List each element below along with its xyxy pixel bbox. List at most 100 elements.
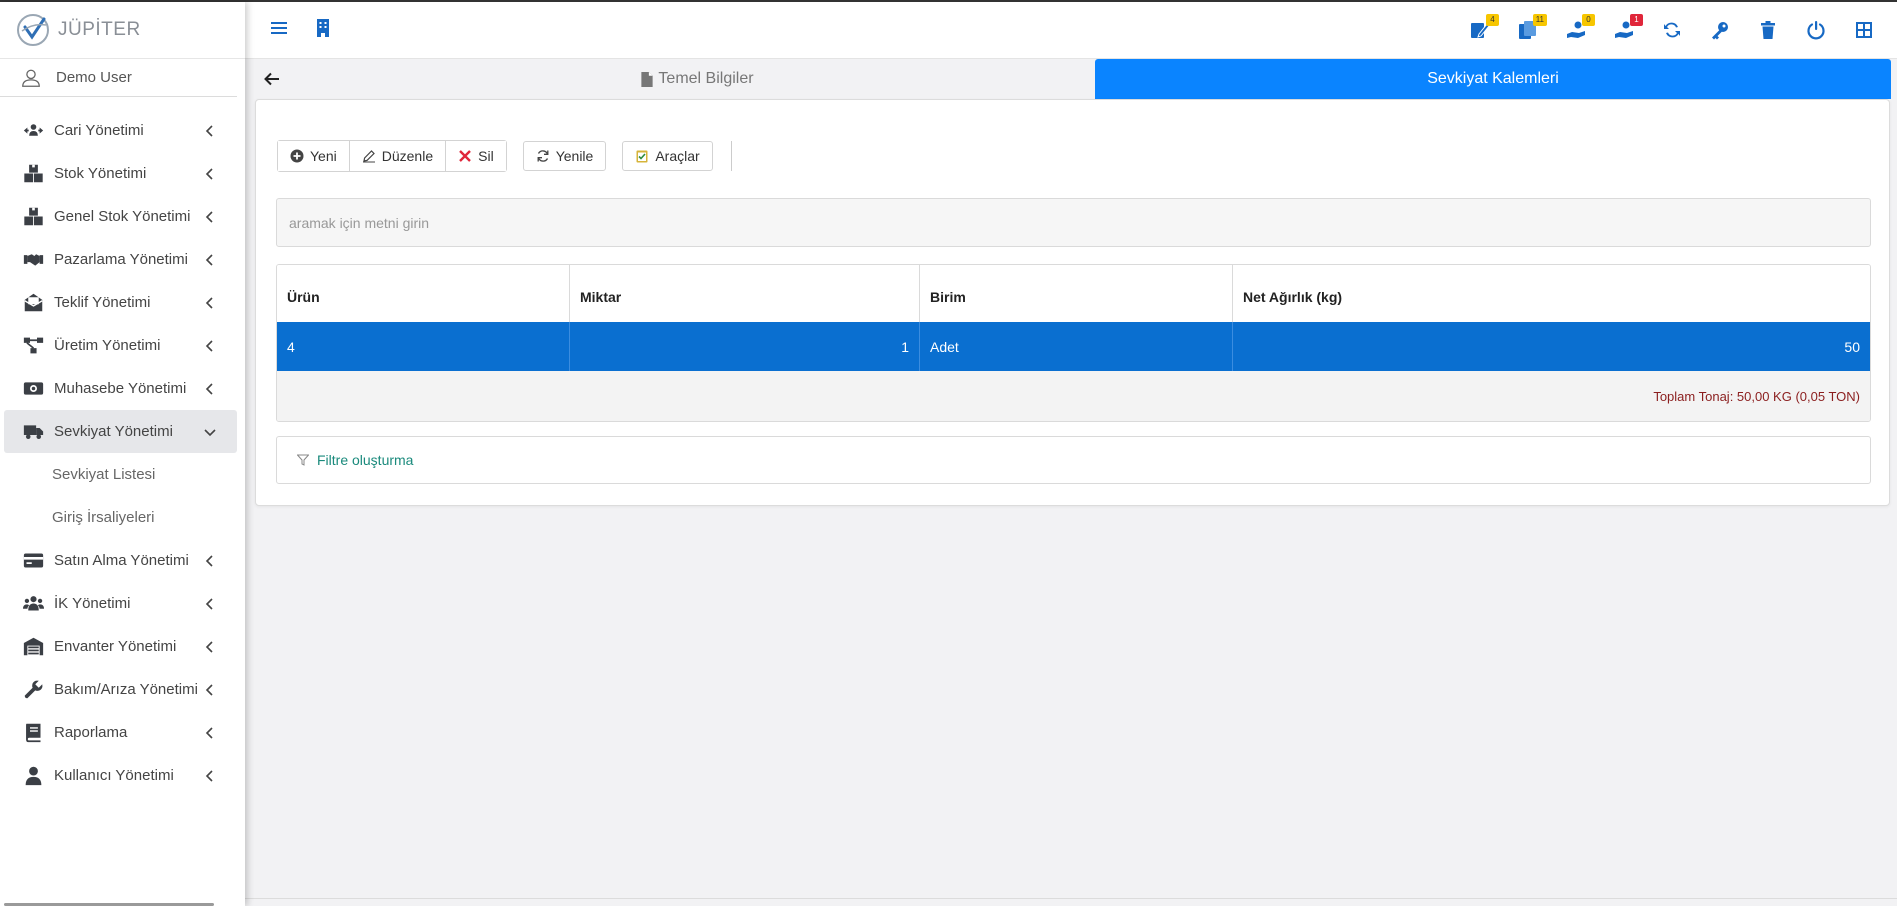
- chevron-left-icon: [205, 124, 213, 137]
- column-header-urun[interactable]: Ürün: [277, 265, 570, 322]
- column-header-miktar[interactable]: Miktar: [570, 265, 920, 322]
- grid-button[interactable]: [1851, 17, 1877, 43]
- search-input[interactable]: [276, 198, 1871, 247]
- tasks-button[interactable]: 4: [1467, 14, 1499, 43]
- key-button[interactable]: [1707, 17, 1733, 43]
- hamburger-icon: [271, 22, 287, 34]
- table-row[interactable]: 4 1 Adet 50: [277, 322, 1870, 371]
- cell-net-agirlik: 50: [1844, 338, 1860, 355]
- user-icon: [22, 765, 44, 787]
- file-icon: [641, 71, 654, 87]
- back-button[interactable]: [245, 59, 299, 99]
- boxes-icon: [22, 206, 44, 228]
- boxes-icon: [22, 163, 44, 185]
- hand-user-button[interactable]: 0: [1563, 14, 1595, 43]
- chevron-left-icon: [205, 726, 213, 739]
- sidebar-item-bakim[interactable]: Bakım/Arıza Yönetimi: [4, 668, 237, 711]
- tasks-badge: 4: [1486, 14, 1499, 26]
- hand-user-badge: 0: [1582, 14, 1595, 26]
- chevron-left-icon: [205, 683, 213, 696]
- chevron-left-icon: [205, 296, 213, 309]
- menu-toggle-button[interactable]: [269, 18, 289, 42]
- hand-money-button[interactable]: 1: [1611, 14, 1643, 43]
- cell-birim: Adet: [920, 322, 1233, 371]
- filter-icon: [297, 454, 309, 466]
- tools-button[interactable]: Araçlar: [622, 141, 713, 171]
- tools-button-label: Araçlar: [655, 148, 700, 164]
- toolbar-separator: [730, 141, 732, 171]
- sidebar-item-ik[interactable]: İK Yönetimi: [4, 582, 237, 625]
- chevron-left-icon: [205, 554, 213, 567]
- top-header: 4 11 0 1: [245, 2, 1897, 59]
- sidebar-item-label: Stok Yönetimi: [54, 165, 147, 182]
- handshake-icon: [22, 249, 44, 271]
- sidebar-item-stok[interactable]: Stok Yönetimi: [4, 152, 237, 195]
- column-header-birim[interactable]: Birim: [920, 265, 1233, 322]
- content-card: Yeni Düzenle Sil Yenile Araçlar Ürün Mik…: [255, 99, 1890, 506]
- tab-sevkiyat-kalemleri[interactable]: Sevkiyat Kalemleri: [1095, 59, 1891, 99]
- trash-button[interactable]: [1755, 17, 1781, 43]
- sidebar-subitem-giris-irsaliyeleri[interactable]: Giriş İrsaliyeleri: [4, 496, 245, 539]
- new-button[interactable]: Yeni: [278, 141, 350, 171]
- wrench-icon: [22, 679, 44, 701]
- pencil-icon: [362, 150, 375, 163]
- sidebar-item-cari[interactable]: Cari Yönetimi: [4, 109, 237, 152]
- sidebar-item-uretim[interactable]: Üretim Yönetimi: [4, 324, 237, 367]
- edit-button-label: Düzenle: [381, 148, 434, 164]
- sidebar-item-kullanici[interactable]: Kullanıcı Yönetimi: [4, 754, 237, 797]
- sidebar-item-sevkiyat[interactable]: Sevkiyat Yönetimi: [4, 410, 237, 453]
- chevron-left-icon: [205, 167, 213, 180]
- brand[interactable]: JÜPİTER: [0, 2, 245, 59]
- sidebar-item-pazarlama[interactable]: Pazarlama Yönetimi: [4, 238, 237, 281]
- notes-button[interactable]: 11: [1515, 14, 1547, 43]
- trash-icon: [1761, 21, 1775, 39]
- users-icon: [22, 593, 44, 615]
- refresh-button[interactable]: Yenile: [522, 141, 607, 171]
- chevron-left-icon: [205, 382, 213, 395]
- money-bill-icon: [22, 378, 44, 400]
- sidebar-item-muhasebe[interactable]: Muhasebe Yönetimi: [4, 367, 237, 410]
- key-icon: [1712, 22, 1728, 40]
- tab-bar: Temel Bilgiler Sevkiyat Kalemleri: [245, 59, 1891, 99]
- chevron-down-icon: [204, 428, 216, 436]
- sidebar-item-satin-alma[interactable]: Satın Alma Yönetimi: [4, 539, 237, 582]
- power-button[interactable]: [1803, 17, 1829, 43]
- delete-button[interactable]: Sil: [446, 141, 506, 171]
- arrow-left-icon: [264, 72, 279, 86]
- edit-button[interactable]: Düzenle: [349, 141, 447, 171]
- sync-button[interactable]: [1659, 17, 1685, 43]
- credit-card-icon: [22, 550, 44, 572]
- warehouse-icon: [22, 636, 44, 658]
- tab-temel-bilgiler[interactable]: Temel Bilgiler: [299, 59, 1095, 99]
- sidebar-item-label: Bakım/Arıza Yönetimi: [54, 681, 198, 698]
- refresh-icon: [537, 150, 549, 162]
- sidebar-item-envanter[interactable]: Envanter Yönetimi: [4, 625, 237, 668]
- sidebar-item-label: Satın Alma Yönetimi: [54, 552, 189, 569]
- sidebar-subitem-sevkiyat-listesi[interactable]: Sevkiyat Listesi: [4, 453, 245, 496]
- tab-label: Sevkiyat Kalemleri: [1427, 70, 1559, 87]
- close-icon: [459, 150, 471, 162]
- sync-icon: [1664, 22, 1680, 38]
- items-table: Ürün Miktar Birim Net Ağırlık (kg) 4 1 A…: [276, 264, 1871, 422]
- envelope-open-icon: [22, 292, 44, 314]
- plus-circle-icon: [290, 149, 304, 163]
- user-arrows-icon: [22, 120, 44, 142]
- company-button[interactable]: [313, 18, 333, 42]
- user-profile[interactable]: Demo User: [0, 59, 237, 97]
- brand-name: JÜPİTER: [58, 19, 141, 40]
- sidebar: JÜPİTER Demo User Cari Yönetimi Stok Yön…: [0, 2, 245, 906]
- filter-builder[interactable]: Filtre oluşturma: [276, 436, 1871, 484]
- sidebar-item-label: Sevkiyat Yönetimi: [54, 423, 173, 440]
- sidebar-item-label: Üretim Yönetimi: [54, 337, 161, 354]
- sidebar-item-label: Envanter Yönetimi: [54, 638, 177, 655]
- sidebar-item-raporlama[interactable]: Raporlama: [4, 711, 237, 754]
- sidebar-item-label: İK Yönetimi: [54, 595, 131, 612]
- sidebar-item-label: Kullanıcı Yönetimi: [54, 767, 174, 784]
- sidebar-menu: Cari Yönetimi Stok Yönetimi Genel Stok Y…: [0, 97, 245, 797]
- refresh-button-label: Yenile: [555, 148, 594, 164]
- sidebar-item-teklif[interactable]: Teklif Yönetimi: [4, 281, 237, 324]
- sidebar-item-genel-stok[interactable]: Genel Stok Yönetimi: [4, 195, 237, 238]
- sidebar-item-label: Muhasebe Yönetimi: [54, 380, 187, 397]
- column-header-net-agirlik[interactable]: Net Ağırlık (kg): [1233, 265, 1870, 322]
- table-header: Ürün Miktar Birim Net Ağırlık (kg): [277, 265, 1870, 322]
